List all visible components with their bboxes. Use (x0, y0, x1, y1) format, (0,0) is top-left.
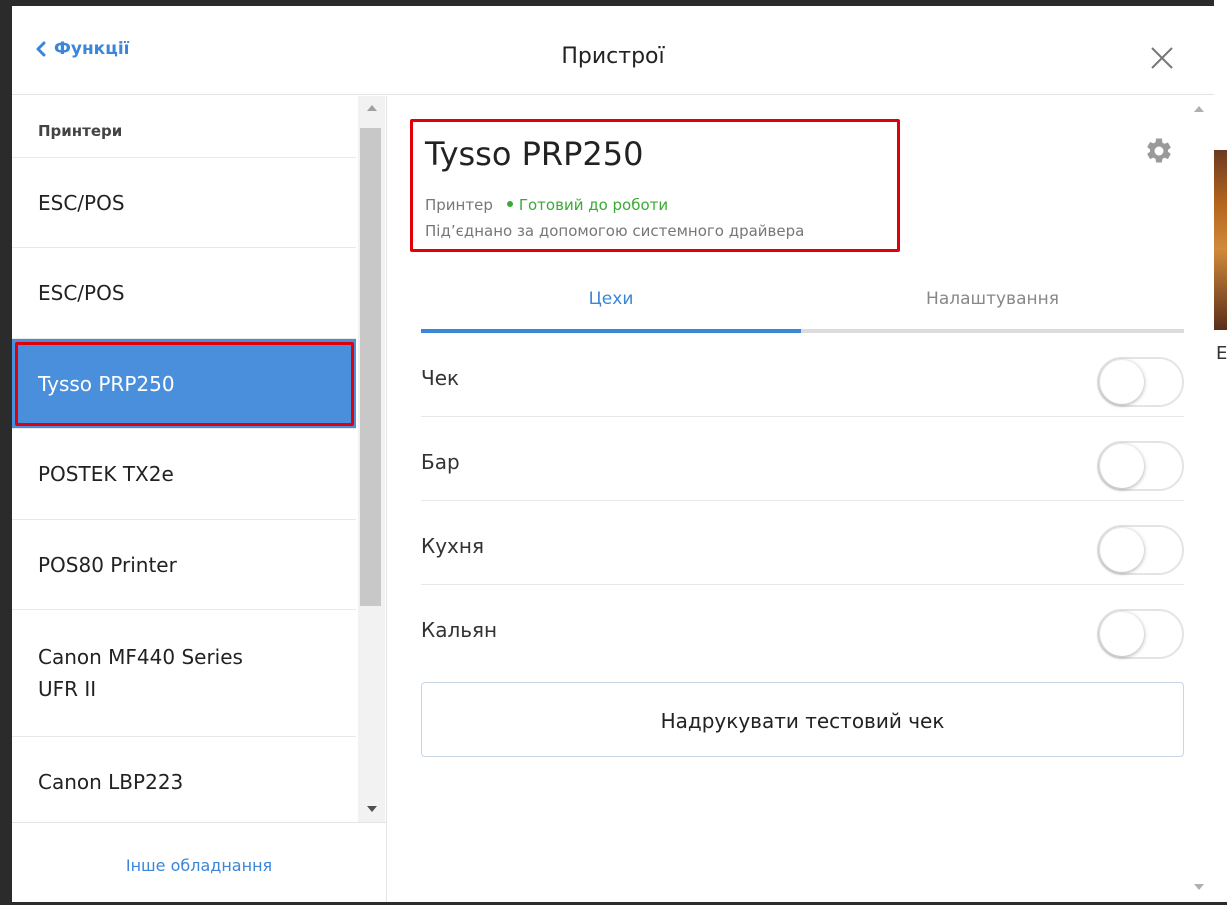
workshop-label: Кальян (421, 618, 498, 642)
section-title-printers: Принтери (12, 96, 356, 158)
toggle-knob (1100, 360, 1144, 404)
workshop-row-receipt: Чек (421, 333, 1184, 417)
background-text: Е (1216, 343, 1227, 364)
devices-dialog: Функції Пристрої Принтери ESC/POS ESC/PO… (12, 6, 1214, 902)
sidebar-item-label: Tysso PRP250 (38, 371, 175, 396)
toggle-knob (1100, 444, 1144, 488)
tab-workshops[interactable]: Цехи (421, 281, 801, 333)
workshop-toggle-switch[interactable] (1097, 357, 1184, 407)
close-button[interactable] (1148, 44, 1176, 72)
device-settings-button[interactable] (1144, 136, 1174, 166)
workshop-toggle-switch[interactable] (1097, 525, 1184, 575)
sidebar-item-postek-tx2e[interactable]: POSTEK TX2e (12, 429, 356, 520)
sidebar-item-label-line1: Canon MF440 Series (38, 645, 243, 669)
close-icon (1151, 47, 1173, 69)
sidebar-item-label: ESC/POS (38, 190, 125, 215)
sidebar-item-tysso-prp250[interactable]: Tysso PRP250 (12, 339, 356, 429)
status-dot-icon (506, 200, 513, 207)
sidebar-item-pos80-printer[interactable]: POS80 Printer (12, 520, 356, 610)
sidebar-item-label: POSTEK TX2e (38, 462, 174, 486)
toggle-knob (1100, 528, 1144, 572)
sidebar-item-canon-lbp223[interactable]: Canon LBP223 (12, 737, 356, 822)
status-badge: Готовий до роботи (506, 196, 669, 214)
workshop-label: Чек (421, 366, 460, 390)
background-photo (1214, 150, 1227, 330)
dialog-header: Функції Пристрої (12, 6, 1214, 95)
sidebar-item-label: Canon LBP223 (38, 769, 184, 794)
workshop-toggle-switch[interactable] (1097, 609, 1184, 659)
other-equipment-link[interactable]: Інше обладнання (12, 822, 386, 902)
device-status-text: Готовий до роботи (518, 196, 669, 214)
workshop-toggle-switch[interactable] (1097, 441, 1184, 491)
device-connection: Під’єднано за допомогою системного драйв… (425, 222, 805, 240)
background-app-strip (1214, 0, 1227, 905)
sidebar-item-canon-mf440[interactable]: Canon MF440 Series UFR II (12, 610, 356, 737)
print-test-receipt-button[interactable]: Надрукувати тестовий чек (421, 682, 1184, 757)
workshop-label: Кухня (421, 534, 484, 558)
device-meta: Принтер Готовий до роботи (425, 196, 668, 214)
printer-list: Принтери ESC/POS ESC/POS Tysso PRP250 PO… (12, 96, 356, 822)
tab-settings[interactable]: Налаштування (801, 281, 1184, 333)
sidebar-item-label: ESC/POS (38, 281, 125, 305)
scroll-up-arrow-icon[interactable] (1194, 106, 1204, 112)
scroll-down-arrow-icon[interactable] (1194, 884, 1204, 890)
printer-sidebar: Принтери ESC/POS ESC/POS Tysso PRP250 PO… (12, 96, 387, 902)
workshop-row-hookah: Кальян (421, 585, 1184, 669)
workshop-toggle-list: Чек Бар Кухня Кальян (421, 333, 1184, 669)
sidebar-item-escpos-1[interactable]: ESC/POS (12, 158, 356, 248)
device-name: Tysso PRP250 (425, 135, 644, 173)
sidebar-scrollbar[interactable] (358, 96, 385, 822)
device-detail-pane: Tysso PRP250 Принтер Готовий до роботи Пі… (388, 96, 1214, 902)
sidebar-item-escpos-2[interactable]: ESC/POS (12, 248, 356, 339)
scroll-up-arrow-icon[interactable] (367, 105, 377, 111)
device-info-highlight: Tysso PRP250 Принтер Готовий до роботи Пі… (410, 119, 900, 252)
sidebar-item-label: Canon MF440 Series UFR II (38, 641, 243, 705)
gear-icon (1147, 138, 1171, 163)
sidebar-scrollbar-thumb[interactable] (360, 128, 381, 606)
dialog-title: Пристрої (561, 44, 665, 69)
sidebar-item-label: POS80 Printer (38, 552, 177, 577)
scroll-down-arrow-icon[interactable] (367, 806, 377, 812)
workshop-row-kitchen: Кухня (421, 501, 1184, 585)
device-tabs: Цехи Налаштування (421, 281, 1184, 333)
toggle-knob (1100, 612, 1144, 656)
workshop-label: Бар (421, 450, 460, 474)
device-type: Принтер (425, 196, 493, 214)
window-frame-left (0, 0, 12, 905)
workshop-row-bar: Бар (421, 417, 1184, 501)
detail-scrollbar[interactable] (1186, 96, 1212, 902)
sidebar-item-label-line2: UFR II (38, 677, 97, 701)
